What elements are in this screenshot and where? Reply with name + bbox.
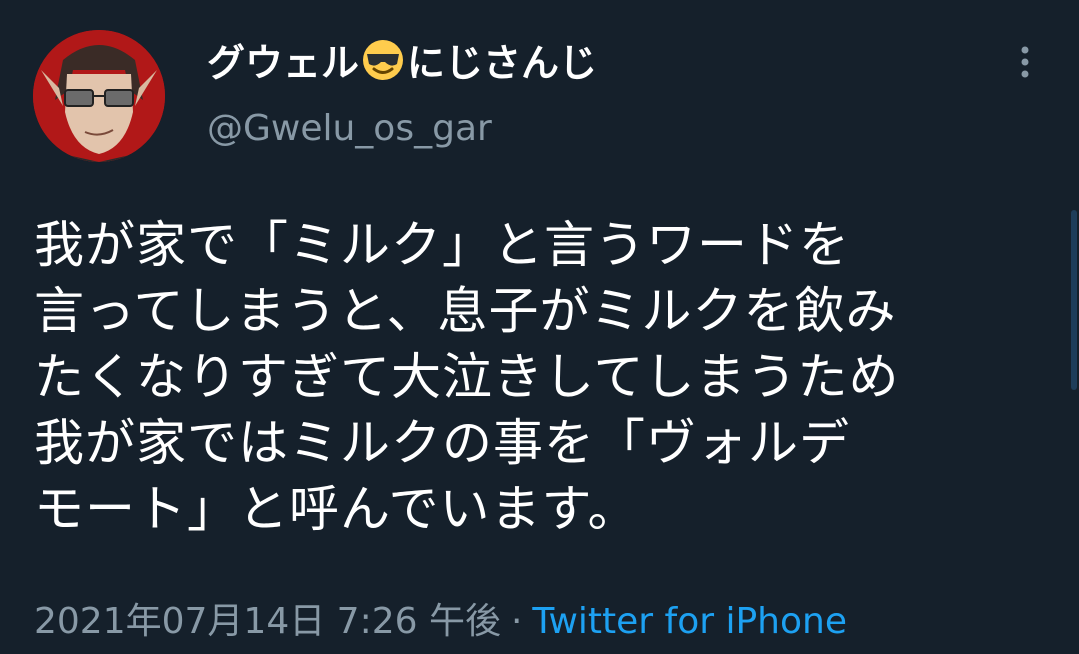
- display-name-suffix: にじさんじ: [407, 41, 598, 85]
- tweet-detail: グウェル にじさんじ @Gwelu_os_gar 我が家で「ミルク」と言うワードを…: [0, 0, 1079, 654]
- meta-separator: ·: [510, 601, 523, 642]
- tweet-timestamp[interactable]: 2021年07月14日 7:26 午後: [34, 601, 501, 642]
- display-name[interactable]: グウェル にじさんじ: [207, 38, 597, 94]
- vertical-ellipsis-icon[interactable]: [1010, 42, 1040, 82]
- tweet-text: 我が家で「ミルク」と言うワードを 言ってしまうと、息子がミルクを飲み たくなりす…: [34, 216, 900, 538]
- avatar-image: [33, 30, 165, 162]
- scrollbar[interactable]: [1071, 210, 1077, 390]
- tweet-source-link[interactable]: Twitter for iPhone: [532, 601, 847, 642]
- tweet-meta: 2021年07月14日 7:26 午後 · Twitter for iPhone: [34, 598, 847, 646]
- smiling-face-with-sunglasses-icon: [361, 38, 405, 94]
- display-name-text: グウェル: [207, 41, 360, 85]
- avatar[interactable]: [33, 30, 165, 162]
- user-handle[interactable]: @Gwelu_os_gar: [207, 106, 492, 152]
